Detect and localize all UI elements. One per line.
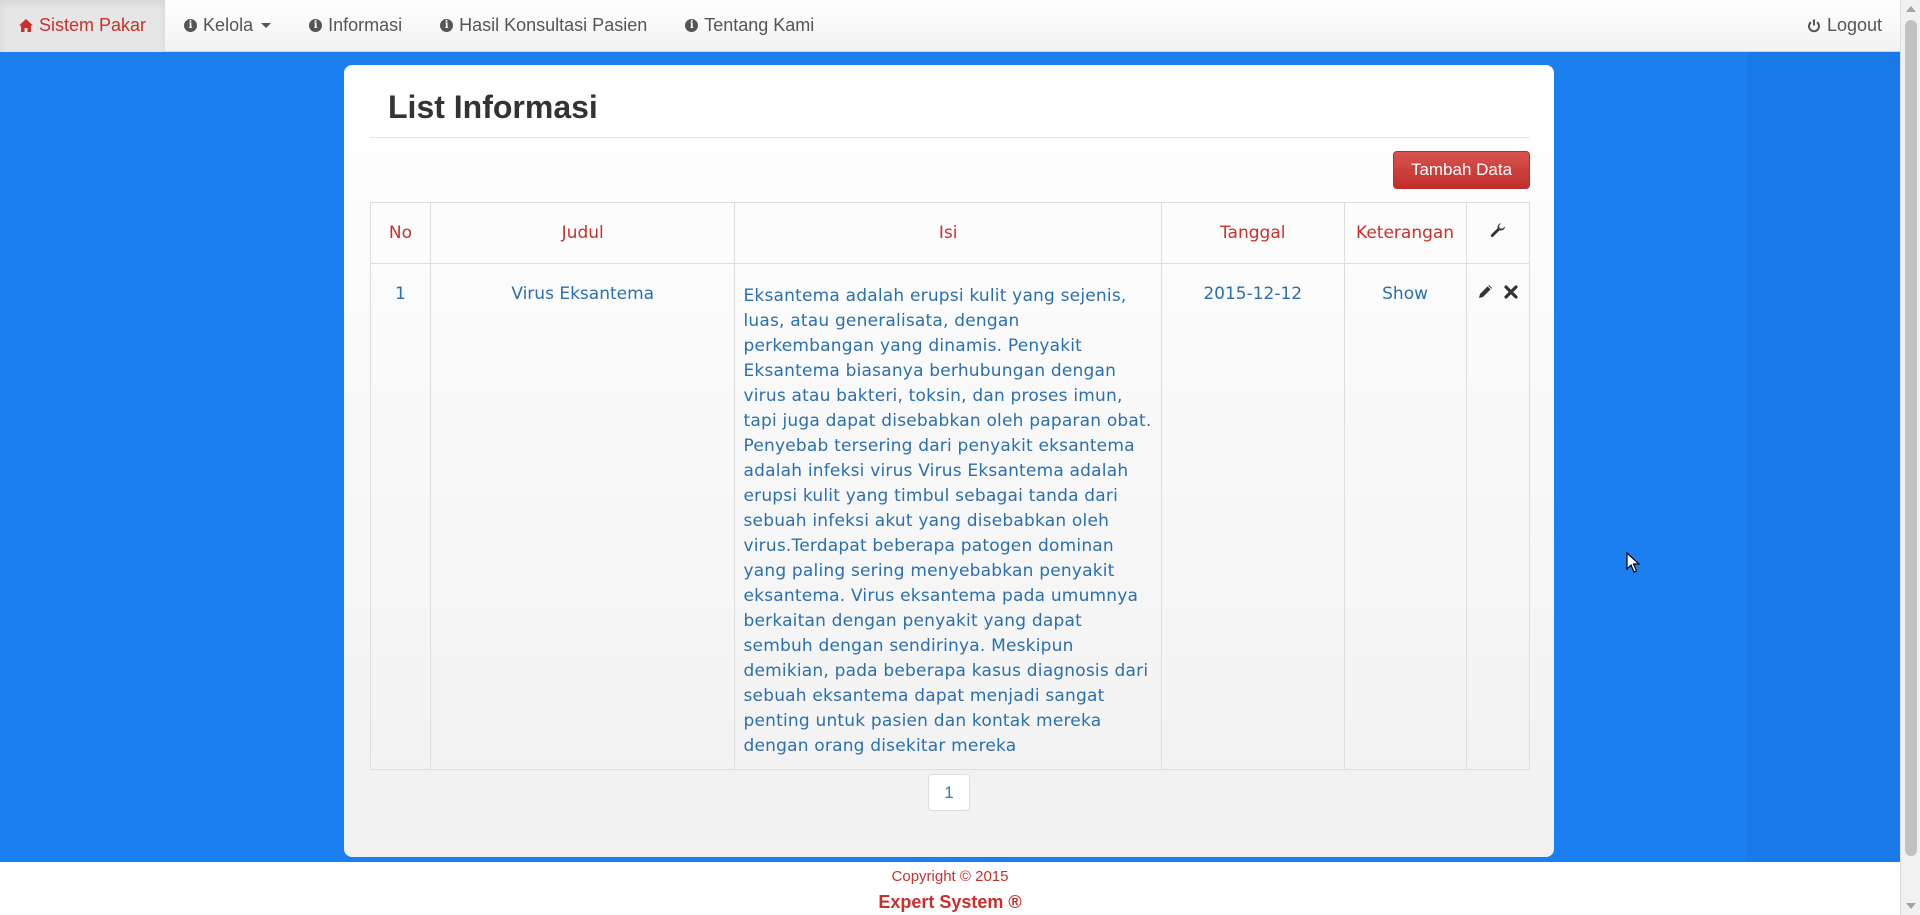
- nav-brand-label: Sistem Pakar: [39, 15, 147, 35]
- cell-isi: Eksantema adalah erupsi kulit yang sejen…: [734, 263, 1162, 770]
- scroll-down-arrow-icon[interactable]: [1906, 903, 1916, 909]
- nav-item-label: Tentang Kami: [704, 15, 815, 35]
- nav-item-label: Hasil Konsultasi Pasien: [459, 15, 648, 35]
- background-band: [1747, 52, 1900, 862]
- mouse-pointer-icon: [1626, 551, 1641, 579]
- main-panel: List Informasi Tambah Data No Judul Isi …: [344, 65, 1554, 857]
- informasi-table: No Judul Isi Tanggal Keterangan 1 Virus …: [370, 202, 1531, 770]
- nav-brand-sistem-pakar[interactable]: Sistem Pakar: [0, 0, 166, 52]
- col-header-no: No: [370, 202, 431, 264]
- title-divider: [370, 137, 1530, 138]
- page-title: List Informasi: [388, 89, 598, 125]
- col-header-judul: Judul: [429, 202, 736, 264]
- nav-item-label: Kelola: [203, 15, 254, 35]
- top-navbar: Sistem Pakar i Kelola i Informasi i Hasi…: [0, 0, 1900, 52]
- scroll-up-arrow-icon[interactable]: [1906, 6, 1916, 12]
- show-link[interactable]: Show: [1343, 263, 1467, 770]
- cell-no: 1: [370, 263, 431, 770]
- table-header-row: No Judul Isi Tanggal Keterangan: [370, 202, 1531, 264]
- table-row: 1 Virus Eksantema Eksantema adalah erups…: [370, 263, 1531, 770]
- wrench-icon: [1490, 222, 1506, 244]
- pencil-icon[interactable]: [1478, 284, 1493, 304]
- nav-item-kelola[interactable]: i Kelola: [165, 0, 290, 52]
- close-icon[interactable]: [1504, 284, 1518, 304]
- footer-brand: Expert System ®: [878, 892, 1022, 912]
- col-header-actions: [1465, 202, 1531, 264]
- logout-label: Logout: [1826, 15, 1882, 35]
- caret-down-icon: [261, 23, 272, 28]
- nav-logout[interactable]: Logout: [1788, 0, 1900, 52]
- cell-actions: [1465, 263, 1531, 770]
- home-icon: [19, 19, 33, 32]
- nav-item-tentang-kami[interactable]: i Tentang Kami: [666, 0, 833, 52]
- pagination-page-1[interactable]: 1: [928, 774, 970, 811]
- info-circle-icon: i: [184, 19, 198, 32]
- tambah-data-button[interactable]: Tambah Data: [1393, 151, 1530, 189]
- scrollbar-thumb[interactable]: [1905, 20, 1917, 856]
- cell-judul: Virus Eksantema: [429, 263, 736, 770]
- cell-tanggal: 2015-12-12: [1160, 263, 1345, 770]
- col-header-keterangan: Keterangan: [1343, 202, 1467, 264]
- col-header-isi: Isi: [734, 202, 1162, 264]
- footer: Copyright © 2015 Expert System ®: [0, 862, 1900, 915]
- nav-item-label: Informasi: [328, 15, 403, 35]
- footer-copyright: Copyright © 2015: [891, 868, 1009, 885]
- info-circle-icon: i: [440, 19, 454, 32]
- info-circle-icon: i: [309, 19, 323, 32]
- col-header-tanggal: Tanggal: [1160, 202, 1345, 264]
- nav-item-informasi[interactable]: i Informasi: [290, 0, 421, 52]
- info-circle-icon: i: [685, 19, 699, 32]
- power-icon: [1807, 19, 1821, 33]
- nav-item-hasil-konsultasi[interactable]: i Hasil Konsultasi Pasien: [421, 0, 666, 52]
- vertical-scrollbar[interactable]: [1900, 0, 1920, 915]
